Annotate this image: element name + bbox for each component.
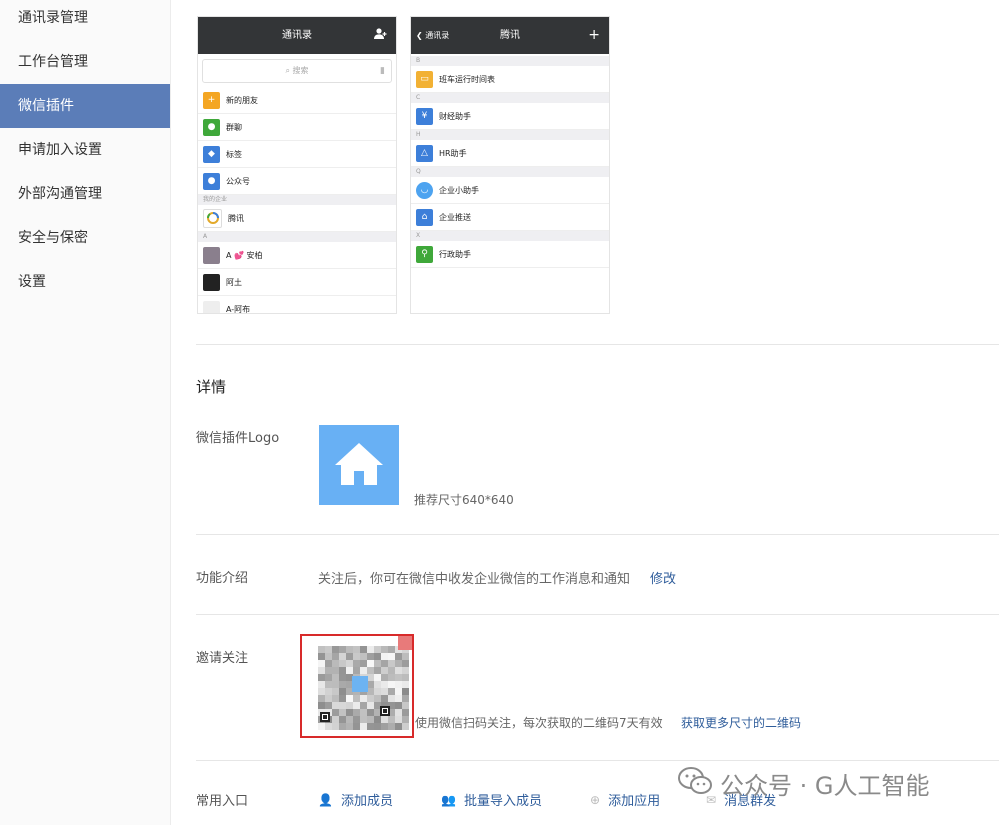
yen-icon: ¥ — [416, 107, 433, 125]
assistant-icon: ◡ — [416, 181, 433, 199]
app-label: 企业推送 — [439, 212, 471, 222]
sidebar: 通讯录管理 工作台管理 微信插件 申请加入设置 外部沟通管理 安全与保密 设置 — [0, 0, 171, 825]
group-chat-icon: ● — [203, 118, 220, 136]
company-logo-icon — [203, 208, 222, 228]
sidebar-item-join-settings[interactable]: 申请加入设置 — [0, 128, 170, 172]
tag-icon: ◆ — [203, 145, 220, 163]
admin-icon: ⚲ — [416, 245, 433, 263]
details-title: 详情 — [196, 378, 227, 396]
search-placeholder: 搜索 — [292, 66, 309, 75]
wechat-icon — [678, 766, 712, 801]
section-header: H — [411, 130, 609, 140]
mic-icon: ▮ — [380, 66, 385, 76]
phone-row-group-chat: ● 群聊 — [198, 114, 396, 141]
add-member-button[interactable]: 👤 添加成员 — [318, 790, 393, 810]
logo-label: 微信插件Logo — [196, 431, 280, 446]
row-label: 新的朋友 — [226, 95, 258, 105]
phone-row-company: 腾讯 — [198, 205, 396, 232]
avatar — [203, 273, 220, 291]
phone-preview-company: ❮ 通讯录 腾讯 + B ▭ 班车运行时间表 C ¥ 财经助手 H △ HR助手 Q … — [410, 16, 610, 314]
sidebar-item-external-communication[interactable]: 外部沟通管理 — [0, 172, 170, 216]
entry-label: 添加成员 — [340, 794, 393, 809]
phone-row-tags: ◆ 标签 — [198, 141, 396, 168]
watermark-text: 公众号 · G人工智能 — [720, 772, 930, 800]
more-qr-sizes-link[interactable]: 获取更多尺寸的二维码 — [681, 714, 801, 731]
section-header: C — [411, 93, 609, 103]
divider — [196, 614, 999, 615]
app-row: ⚲ 行政助手 — [411, 241, 609, 268]
phone-title: 腾讯 — [500, 30, 520, 41]
logo-size-hint: 推荐尺寸640*640 — [414, 493, 514, 507]
qr-code — [318, 636, 412, 730]
app-row: ◡ 企业小助手 — [411, 177, 609, 204]
divider — [196, 344, 999, 345]
app-label: 班车运行时间表 — [439, 74, 495, 84]
bus-icon: ▭ — [416, 70, 433, 88]
home-icon — [335, 443, 383, 485]
row-label: A 💕 安柏 — [226, 250, 263, 260]
divider — [196, 760, 999, 761]
watermark: 公众号 · G人工智能 — [678, 766, 929, 801]
row-label: 标签 — [226, 149, 242, 159]
qr-hint: 使用微信扫码关注，每次获取的二维码7天有效 — [415, 716, 663, 730]
phone-title: 通讯录 — [282, 30, 312, 41]
plugin-logo[interactable] — [319, 425, 399, 505]
phone-search-bar: ⌕ 搜索 ▮ — [202, 59, 392, 83]
hr-icon: △ — [416, 144, 433, 162]
add-user-icon: 👤 — [318, 792, 333, 807]
section-header: A — [198, 232, 396, 242]
divider — [196, 534, 999, 535]
search-icon: ⌕ — [285, 66, 290, 75]
phone-header: ❮ 通讯录 腾讯 + — [411, 17, 609, 54]
section-header: Q — [411, 167, 609, 177]
sidebar-item-wechat-plugin[interactable]: 微信插件 — [0, 84, 170, 128]
home-icon: ⌂ — [416, 208, 433, 226]
entry-label: 批量导入成员 — [463, 794, 542, 809]
row-label: A-阿布 — [226, 304, 251, 314]
entry-label: 添加应用 — [608, 794, 661, 809]
row-label: 公众号 — [226, 176, 250, 186]
qr-code-highlight[interactable] — [300, 634, 414, 738]
app-label: HR助手 — [439, 148, 467, 158]
sidebar-item-security[interactable]: 安全与保密 — [0, 216, 170, 260]
row-label: 群聊 — [226, 122, 242, 132]
plus-circle-icon: ⊕ — [590, 792, 601, 807]
row-label: 腾讯 — [228, 213, 244, 223]
app-row: ⌂ 企业推送 — [411, 204, 609, 231]
add-contact-icon — [374, 17, 387, 54]
app-label: 企业小助手 — [439, 185, 479, 195]
phone-row-contact: 阿土 — [198, 269, 396, 296]
phone-header: 通讯录 — [198, 17, 396, 54]
section-header: 我的企业 — [198, 195, 396, 205]
invite-label: 邀请关注 — [196, 651, 249, 666]
common-entries-label: 常用入口 — [196, 794, 249, 809]
phone-preview-contacts: 通讯录 ⌕ 搜索 ▮ + 新的朋友 ● 群聊 ◆ 标签 ● 公众号 我的企业 腾讯 A … — [197, 16, 397, 314]
phone-row-contact: A 💕 安柏 — [198, 242, 396, 269]
new-friend-icon: + — [203, 91, 220, 109]
sidebar-item-workbench[interactable]: 工作台管理 — [0, 40, 170, 84]
avatar — [203, 300, 220, 313]
edit-intro-link[interactable]: 修改 — [650, 568, 676, 587]
plus-icon: + — [588, 27, 600, 43]
intro-text: 关注后，你可在微信中收发企业微信的工作消息和通知 — [318, 572, 631, 587]
phone-row-new-friends: + 新的朋友 — [198, 87, 396, 114]
app-label: 行政助手 — [439, 249, 471, 259]
add-app-button[interactable]: ⊕ 添加应用 — [590, 790, 661, 810]
sidebar-item-settings[interactable]: 设置 — [0, 260, 170, 304]
sidebar-item-contacts[interactable]: 通讯录管理 — [0, 0, 170, 40]
users-icon: 👥 — [441, 792, 456, 807]
app-row: △ HR助手 — [411, 140, 609, 167]
intro-label: 功能介绍 — [196, 571, 249, 586]
row-label: 阿土 — [226, 277, 242, 287]
phone-row-official-accounts: ● 公众号 — [198, 168, 396, 195]
app-label: 财经助手 — [439, 111, 471, 121]
section-header: X — [411, 231, 609, 241]
app-row: ▭ 班车运行时间表 — [411, 66, 609, 93]
official-account-icon: ● — [203, 172, 220, 190]
phone-row-contact: A-阿布 — [198, 296, 396, 314]
section-header: B — [411, 56, 609, 66]
avatar — [203, 246, 220, 264]
app-row: ¥ 财经助手 — [411, 103, 609, 130]
import-members-button[interactable]: 👥 批量导入成员 — [441, 790, 542, 810]
